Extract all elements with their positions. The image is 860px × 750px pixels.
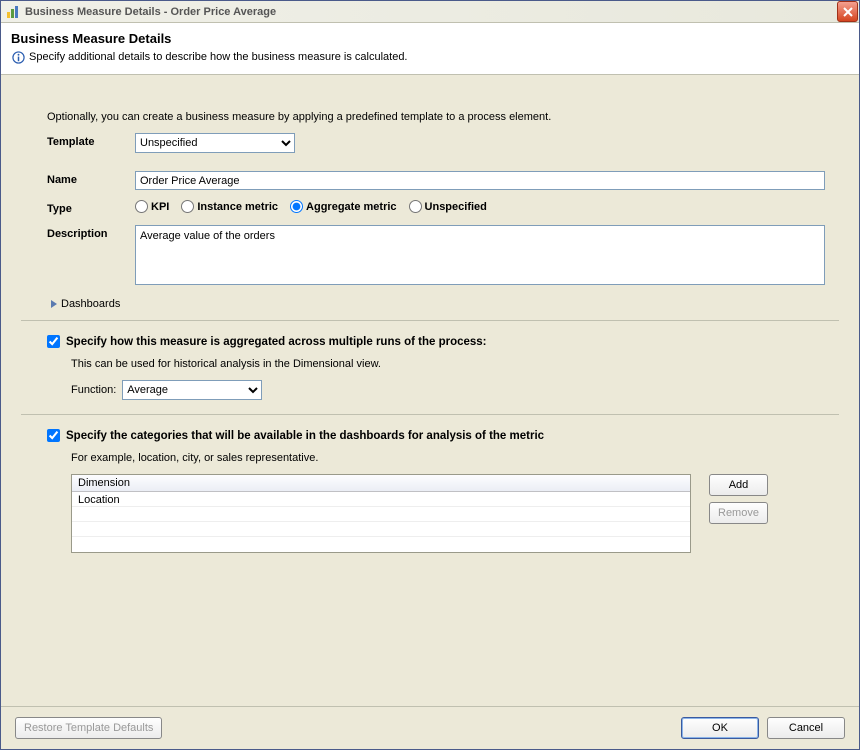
page-description: Specify additional details to describe h… <box>29 51 408 63</box>
categories-checkbox[interactable] <box>47 429 60 442</box>
type-radio-kpi[interactable] <box>135 200 148 213</box>
app-icon <box>5 4 21 20</box>
restore-defaults-button[interactable]: Restore Template Defaults <box>15 717 162 739</box>
type-radio-kpi-label[interactable]: KPI <box>135 200 169 213</box>
categories-title: Specify the categories that will be avai… <box>66 430 544 442</box>
close-button[interactable] <box>837 1 858 22</box>
dimension-buttons: Add Remove <box>709 474 768 524</box>
type-radio-unspecified[interactable] <box>409 200 422 213</box>
type-row: Type KPI Instance metric Aggregate metri… <box>47 200 825 215</box>
divider <box>21 414 839 415</box>
dialog-window: Business Measure Details - Order Price A… <box>0 0 860 750</box>
aggregate-checkbox[interactable] <box>47 335 60 348</box>
table-row[interactable]: Location <box>72 492 690 507</box>
template-note: Optionally, you can create a business me… <box>47 111 825 123</box>
aggregate-section-header: Specify how this measure is aggregated a… <box>47 335 825 348</box>
description-textarea[interactable]: Average value of the orders <box>135 225 825 285</box>
page-description-row: Specify additional details to describe h… <box>11 50 849 64</box>
function-select[interactable]: Average <box>122 380 262 400</box>
type-label: Type <box>47 200 135 215</box>
remove-button[interactable]: Remove <box>709 502 768 524</box>
page-title: Business Measure Details <box>11 31 849 46</box>
aggregate-note: This can be used for historical analysis… <box>71 358 825 370</box>
divider <box>21 320 839 321</box>
type-radio-instance-label[interactable]: Instance metric <box>181 200 278 213</box>
type-radio-group: KPI Instance metric Aggregate metric Uns… <box>135 200 825 213</box>
categories-section-header: Specify the categories that will be avai… <box>47 429 825 442</box>
dashboards-expander[interactable]: Dashboards <box>47 298 825 310</box>
template-select[interactable]: Unspecified <box>135 133 295 153</box>
categories-note: For example, location, city, or sales re… <box>71 452 825 464</box>
header: Business Measure Details Specify additio… <box>1 23 859 75</box>
description-label: Description <box>47 225 135 240</box>
add-button[interactable]: Add <box>709 474 768 496</box>
table-row[interactable] <box>72 537 690 552</box>
info-icon <box>11 50 25 64</box>
template-row: Template Unspecified <box>47 133 825 153</box>
function-row: Function: Average <box>71 380 825 400</box>
type-radio-unspecified-label[interactable]: Unspecified <box>409 200 487 213</box>
window-title: Business Measure Details - Order Price A… <box>25 6 837 18</box>
titlebar: Business Measure Details - Order Price A… <box>1 1 859 23</box>
aggregate-title: Specify how this measure is aggregated a… <box>66 336 487 348</box>
dimension-column-header: Dimension <box>72 475 690 492</box>
template-label: Template <box>47 133 135 148</box>
dashboards-label: Dashboards <box>61 298 120 310</box>
chevron-right-icon <box>51 300 57 308</box>
name-label: Name <box>47 171 135 186</box>
ok-button[interactable]: OK <box>681 717 759 739</box>
type-radio-instance[interactable] <box>181 200 194 213</box>
table-row[interactable] <box>72 522 690 537</box>
type-radio-aggregate-label[interactable]: Aggregate metric <box>290 200 396 213</box>
cancel-button[interactable]: Cancel <box>767 717 845 739</box>
type-radio-aggregate[interactable] <box>290 200 303 213</box>
main-content: Optionally, you can create a business me… <box>1 75 859 706</box>
dimension-table[interactable]: Dimension Location <box>71 474 691 553</box>
name-row: Name <box>47 171 825 190</box>
form-panel: Optionally, you can create a business me… <box>17 91 843 579</box>
table-row[interactable] <box>72 507 690 522</box>
function-label: Function: <box>71 384 116 396</box>
footer: Restore Template Defaults OK Cancel <box>1 706 859 749</box>
categories-section: Specify the categories that will be avai… <box>47 429 825 553</box>
aggregate-section: Specify how this measure is aggregated a… <box>47 335 825 400</box>
description-row: Description Average value of the orders <box>47 225 825 288</box>
name-input[interactable] <box>135 171 825 190</box>
